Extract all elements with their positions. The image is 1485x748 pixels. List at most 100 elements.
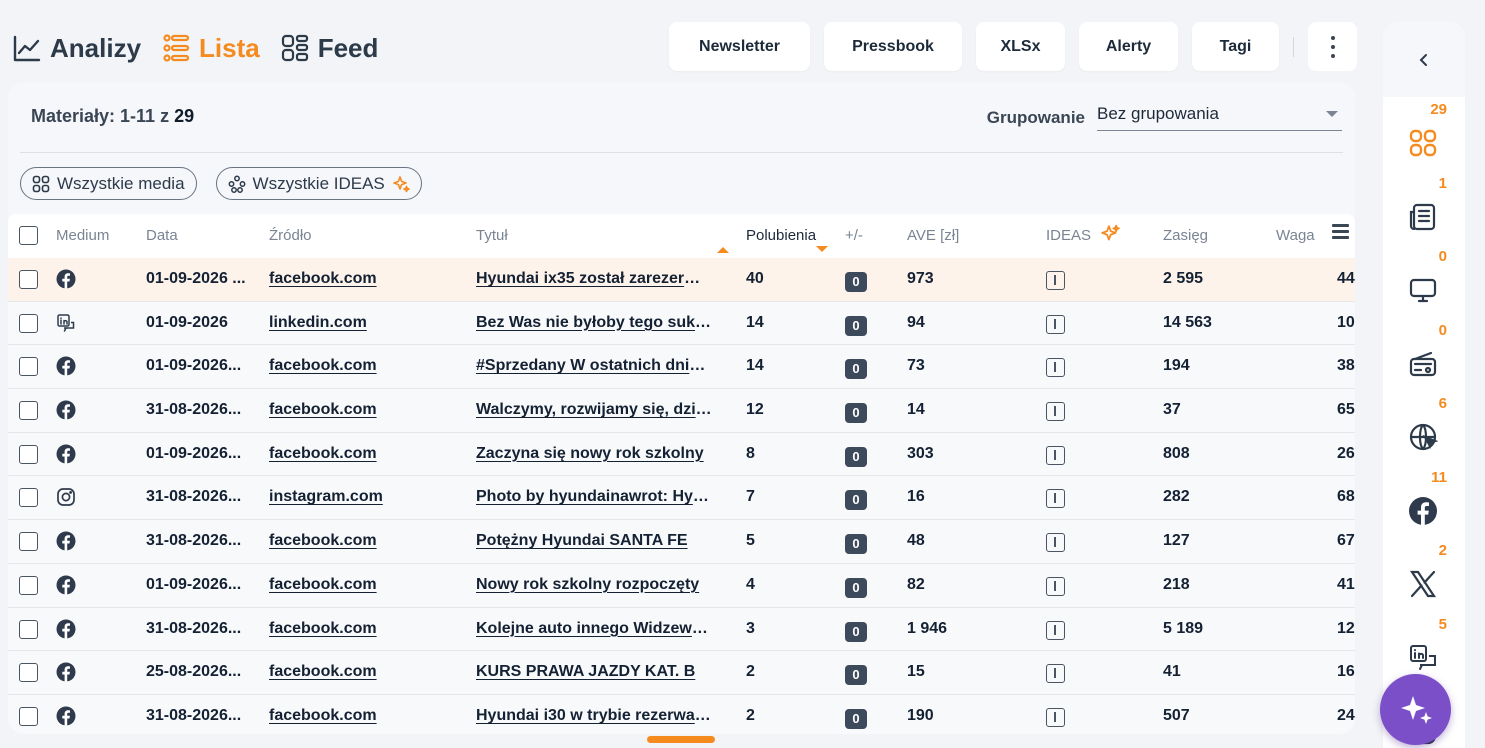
row-source-link[interactable]: facebook.com (269, 707, 377, 725)
materials-table: Medium Data Źródło Tytuł Polubienia +/- … (8, 214, 1355, 734)
xlsx-button[interactable]: XLSx (976, 22, 1065, 71)
row-checkbox[interactable] (19, 532, 38, 552)
row-likes: 8 (746, 444, 755, 462)
table-row[interactable]: 01-09-2026... facebook.com #Sprzedany W os… (8, 345, 1355, 390)
row-checkbox[interactable] (19, 444, 38, 464)
row-title-link[interactable]: Hyundai i30 w trybie rezerwacji (476, 707, 712, 725)
row-title-link[interactable]: Zaczyna się nowy rok szkolny (476, 445, 712, 463)
pressbook-button[interactable]: Pressbook (824, 22, 962, 71)
row-title-link[interactable]: Photo by hyundainawrot: Hyundai (476, 488, 712, 506)
grouping-control: Grupowanie Bez grupowania (987, 102, 1342, 131)
row-source-link[interactable]: facebook.com (269, 270, 377, 288)
table-row[interactable]: 01-09-2026... facebook.com Zaczyna się now… (8, 432, 1355, 477)
sidebar-item-press-newspaper[interactable]: 1 (1383, 175, 1465, 248)
sort-asc-icon[interactable] (717, 247, 729, 253)
sidebar-item-all-media-grid[interactable]: 29 (1383, 101, 1465, 174)
tab-lista[interactable]: Lista (161, 33, 260, 64)
row-title-link[interactable]: #Sprzedany W ostatnich dniach (476, 357, 712, 375)
ideas-info-icon[interactable] (1046, 664, 1065, 684)
sidebar-item-internet-globe[interactable]: 6 (1383, 395, 1465, 468)
row-title-link[interactable]: KURS PRAWA JAZDY KAT. B (476, 663, 712, 681)
chart-line-icon (13, 35, 41, 62)
tab-feed[interactable]: Feed (280, 33, 378, 64)
row-title-link[interactable]: Bez Was nie byłoby tego sukcesu (476, 314, 712, 332)
col-ave[interactable]: AVE [zł] (907, 227, 959, 244)
row-diff-badge: 0 (845, 272, 867, 292)
sidebar-item-tv[interactable]: 0 (1383, 248, 1465, 321)
ideas-info-icon[interactable] (1046, 402, 1065, 422)
row-checkbox[interactable] (19, 663, 38, 683)
col-data[interactable]: Data (146, 227, 178, 244)
row-source-link[interactable]: facebook.com (269, 445, 377, 463)
row-diff-badge: 0 (845, 577, 867, 598)
ideas-info-icon[interactable] (1046, 576, 1065, 596)
row-title-link[interactable]: Nowy rok szkolny rozpoczęty (476, 576, 712, 594)
row-source-link[interactable]: linkedin.com (269, 314, 367, 332)
row-source-link[interactable]: instagram.com (269, 488, 383, 506)
col-polubienia[interactable]: Polubienia (746, 227, 816, 244)
row-checkbox[interactable] (19, 401, 38, 421)
table-row[interactable]: 31-08-2026... instagram.com Photo by hyund… (8, 476, 1355, 521)
table-row[interactable]: 25-08-2026... facebook.com KURS PRAWA JAZD… (8, 651, 1355, 695)
row-source-link[interactable]: facebook.com (269, 663, 377, 681)
ideas-info-icon[interactable] (1046, 271, 1065, 290)
all-media-chip[interactable]: Wszystkie media (20, 167, 197, 200)
ideas-info-icon[interactable] (1046, 445, 1065, 465)
grouping-value: Bez grupowania (1097, 104, 1219, 123)
table-row[interactable]: 01-09-2026 ... facebook.com Hyundai ix35 z… (8, 258, 1355, 302)
column-settings-icon[interactable] (1332, 224, 1349, 242)
horizontal-scrollbar[interactable] (647, 736, 715, 743)
row-source-link[interactable]: facebook.com (269, 620, 377, 638)
ideas-info-icon[interactable] (1046, 314, 1065, 334)
facebook-icon (56, 531, 76, 551)
table-row[interactable]: 31-08-2026... facebook.com Potężny Hyundai… (8, 520, 1355, 564)
row-title-link[interactable]: Walczymy, rozwijamy się, działamy (476, 401, 712, 419)
row-checkbox[interactable] (19, 575, 38, 595)
collapse-sidebar-button[interactable] (1383, 22, 1465, 97)
ideas-info-icon[interactable] (1046, 358, 1065, 378)
col-plusminus[interactable]: +/- (845, 227, 863, 244)
sidebar-item-facebook[interactable]: 11 (1383, 469, 1465, 542)
row-checkbox[interactable] (19, 270, 38, 289)
col-medium[interactable]: Medium (56, 227, 109, 244)
row-checkbox[interactable] (19, 357, 38, 377)
grouping-select[interactable]: Bez grupowania (1097, 102, 1342, 131)
select-all-checkbox[interactable] (19, 226, 38, 245)
row-title-link[interactable]: Kolejne auto innego Widzewiaka (476, 620, 712, 638)
sidebar-item-x-twitter[interactable]: 2 (1383, 542, 1465, 615)
row-checkbox[interactable] (19, 488, 38, 508)
col-ideas[interactable]: IDEAS (1046, 227, 1091, 244)
all-ideas-chip[interactable]: Wszystkie IDEAS (215, 167, 422, 200)
col-zasieg[interactable]: Zasięg (1163, 227, 1208, 244)
table-row[interactable]: 01-09-2026... facebook.com Nowy rok szkoln… (8, 563, 1355, 608)
table-row[interactable]: 31-08-2026... facebook.com Walczymy, rozwi… (8, 389, 1355, 433)
ideas-info-icon[interactable] (1046, 533, 1065, 553)
ideas-info-icon[interactable] (1046, 620, 1065, 640)
ideas-info-icon[interactable] (1046, 707, 1065, 727)
row-source-link[interactable]: facebook.com (269, 357, 377, 375)
more-options-button[interactable] (1308, 22, 1357, 71)
col-zrodlo[interactable]: Źródło (269, 227, 312, 244)
row-checkbox[interactable] (19, 706, 38, 726)
row-source-link[interactable]: facebook.com (269, 532, 377, 550)
col-waga[interactable]: Waga (1276, 227, 1315, 244)
row-source-link[interactable]: facebook.com (269, 401, 377, 419)
sidebar-item-radio[interactable]: 0 (1383, 322, 1465, 395)
row-title-link[interactable]: Potężny Hyundai SANTA FE (476, 532, 712, 550)
row-checkbox[interactable] (19, 313, 38, 333)
alerty-button[interactable]: Alerty (1079, 22, 1178, 71)
row-source-link[interactable]: facebook.com (269, 576, 377, 594)
ai-assistant-button[interactable] (1380, 674, 1451, 745)
newsletter-button[interactable]: Newsletter (669, 22, 810, 71)
table-row[interactable]: 31-08-2026... facebook.com Kolejne auto in… (8, 607, 1355, 652)
table-row[interactable]: 31-08-2026... facebook.com Hyundai i30 w t… (8, 694, 1355, 734)
ideas-info-icon[interactable] (1046, 489, 1065, 509)
row-checkbox[interactable] (19, 619, 38, 639)
tab-analizy[interactable]: Analizy (12, 33, 141, 64)
sort-desc-icon[interactable] (816, 246, 828, 252)
row-title-link[interactable]: Hyundai ix35 został zarezerwowany (476, 270, 712, 288)
table-row[interactable]: 01-09-2026 linkedin.com Bez Was nie byłoby… (8, 301, 1355, 346)
tagi-button[interactable]: Tagi (1192, 22, 1279, 71)
col-tytul[interactable]: Tytuł (476, 227, 508, 244)
materials-total: 29 (174, 106, 195, 126)
